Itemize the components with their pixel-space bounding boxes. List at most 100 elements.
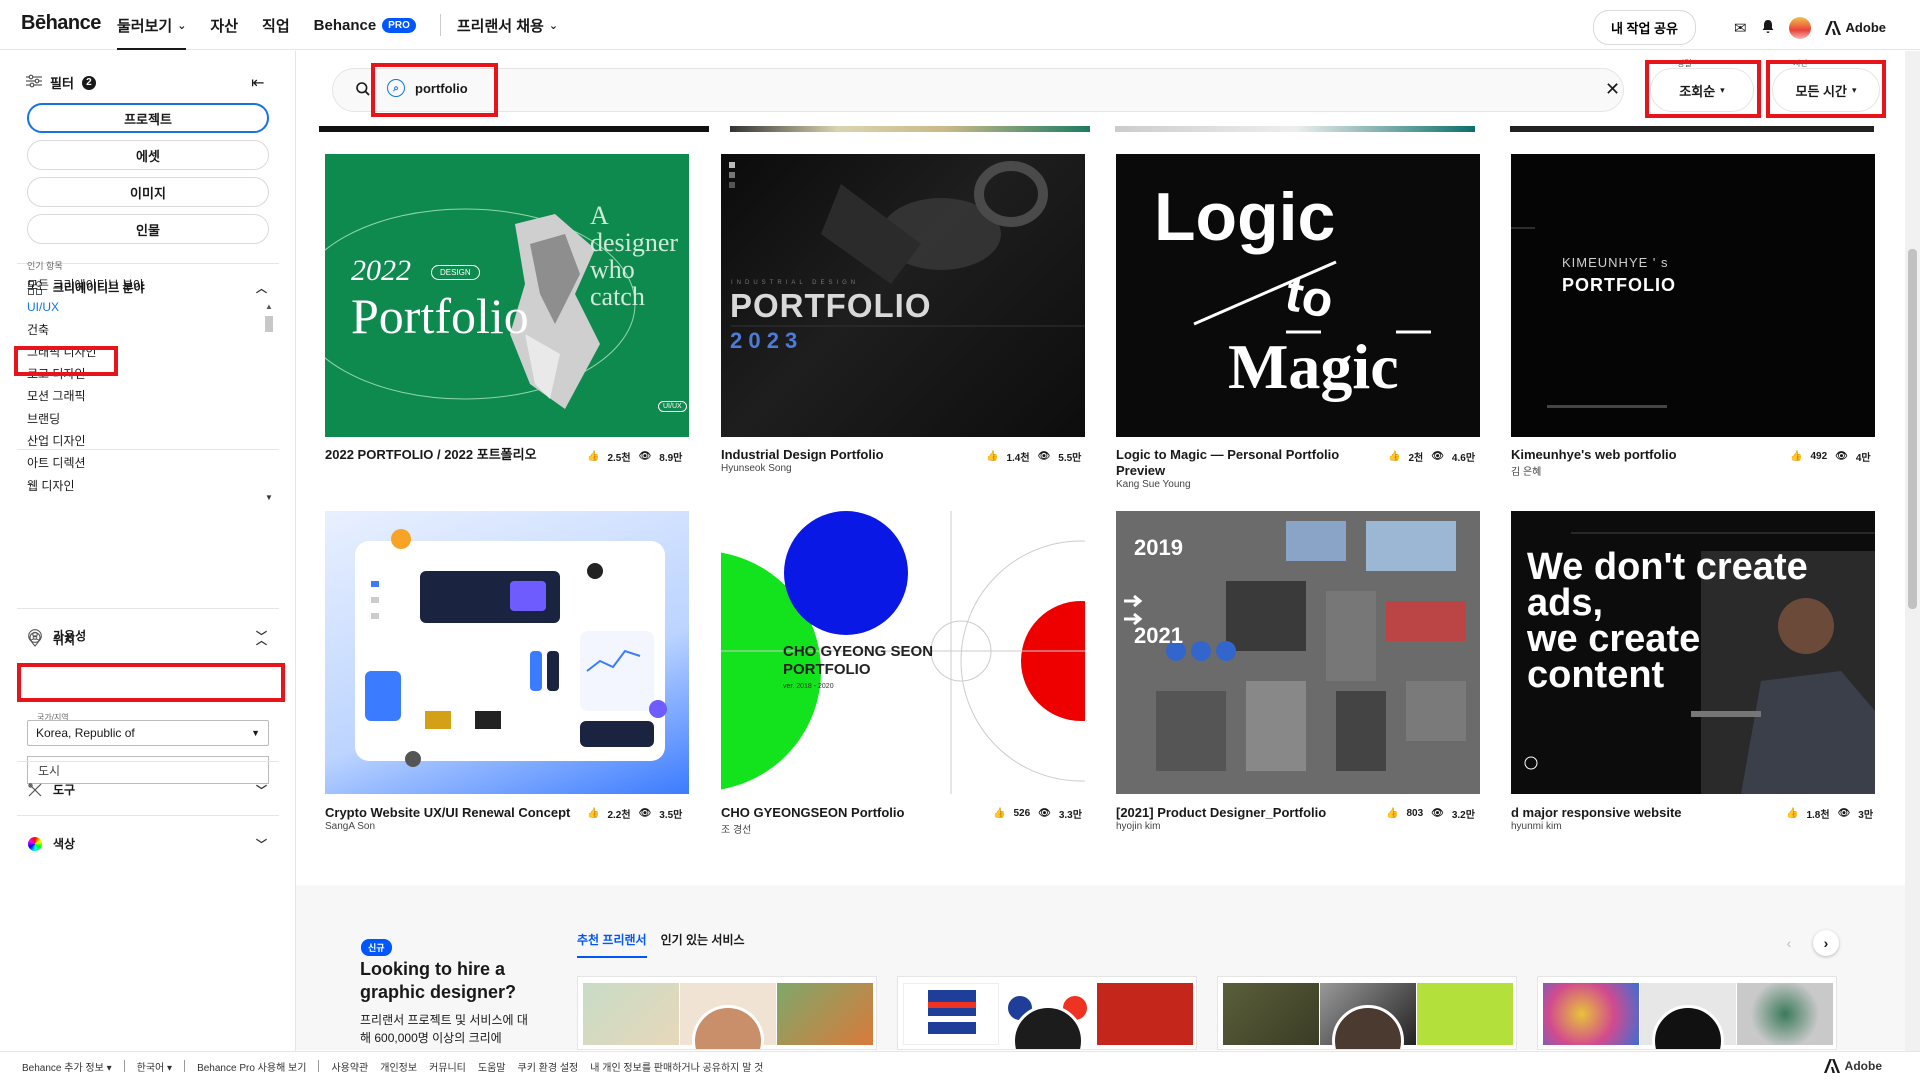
bell-icon[interactable] bbox=[1761, 19, 1775, 37]
cover-year2: 2021 bbox=[1134, 623, 1183, 648]
project-owner[interactable]: SangA Son bbox=[325, 821, 375, 832]
tools-header[interactable]: 도구 ﹀ bbox=[27, 781, 267, 798]
clear-search-icon[interactable]: ✕ bbox=[1605, 79, 1620, 100]
project-title[interactable]: Kimeunhye's web portfolio bbox=[1511, 447, 1761, 463]
nav-hire-freelancers[interactable]: 프리랜서 채용 ⌄ bbox=[457, 0, 558, 50]
country-select[interactable]: Korea, Republic of ▼ bbox=[27, 720, 269, 746]
filter-title: 필터 bbox=[50, 76, 74, 91]
thumbs-up-icon: 👍 bbox=[1386, 808, 1399, 819]
project-cover[interactable]: INDUSTRIAL DESIGN PORTFOLIO 2 0 2 3 bbox=[721, 154, 1085, 437]
category-item[interactable]: 아트 디렉션 bbox=[27, 452, 263, 474]
color-header[interactable]: 색상 ﹀ bbox=[27, 835, 267, 852]
tab-recommended-freelancers[interactable]: 추천 프리랜서 bbox=[577, 931, 647, 958]
behance-logo[interactable]: Bēhance bbox=[21, 12, 101, 35]
project-cover[interactable]: 2019 2021 bbox=[1116, 511, 1480, 794]
cover-word: PORTFOLIO bbox=[730, 287, 932, 324]
nav-behance-pro[interactable]: Behance PRO bbox=[314, 0, 416, 50]
footer-terms[interactable]: 사용약관 bbox=[331, 1059, 368, 1074]
tab-popular-services[interactable]: 인기 있는 서비스 bbox=[661, 931, 745, 958]
carousel-prev-icon[interactable]: ‹ bbox=[1776, 930, 1802, 956]
mail-icon[interactable]: ✉ bbox=[1734, 19, 1747, 37]
nav-explore[interactable]: 둘러보기 ⌄ bbox=[117, 0, 187, 50]
project-owner[interactable]: hyunmi kim bbox=[1511, 821, 1562, 832]
type-projects-button[interactable]: 프로젝트 bbox=[27, 103, 269, 133]
category-scrollbar[interactable]: ▲ ▼ bbox=[263, 302, 275, 502]
hire-description: 프리랜서 프로젝트 및 서비스에 대해 600,000명 이상의 크리에 bbox=[360, 1013, 528, 1045]
collapse-sidebar-icon[interactable]: ⇤ bbox=[251, 73, 264, 93]
project-owner[interactable]: hyojin kim bbox=[1116, 821, 1160, 832]
project-title[interactable]: 2022 PORTFOLIO / 2022 포트폴리오 bbox=[325, 447, 575, 463]
freelancer-card[interactable] bbox=[1537, 976, 1837, 1050]
project-cover[interactable]: We don't create ads, we create content bbox=[1511, 511, 1875, 794]
footer-cookie-settings[interactable]: 쿠키 환경 설정 bbox=[518, 1059, 579, 1074]
main-nav: 둘러보기 ⌄ 자산 직업 Behance PRO 프리랜서 채용 ⌄ bbox=[117, 0, 582, 50]
project-cover[interactable] bbox=[325, 511, 689, 794]
freelancer-work-thumb bbox=[583, 983, 679, 1045]
page-scrollbar[interactable] bbox=[1905, 51, 1920, 1051]
thumbs-up-icon: 👍 bbox=[587, 451, 600, 462]
eye-icon: 👁 bbox=[1431, 808, 1444, 819]
project-stats: 👍 2천 👁 4.6만 bbox=[1388, 451, 1476, 464]
project-stats: 👍 803 👁 3.2만 bbox=[1386, 808, 1475, 821]
project-cover[interactable]: CHO GYEONG SEON PORTFOLIO ver. 2018 - 20… bbox=[721, 511, 1085, 794]
footer-divider bbox=[123, 1060, 125, 1072]
freelancer-card[interactable] bbox=[577, 976, 877, 1050]
scroll-down-icon[interactable]: ▼ bbox=[265, 493, 273, 502]
carousel-next-icon[interactable]: › bbox=[1813, 930, 1839, 956]
project-title[interactable]: Logic to Magic — Personal Portfolio Prev… bbox=[1116, 447, 1366, 479]
project-cover[interactable]: Logic to Magic bbox=[1116, 154, 1480, 437]
scrollbar-thumb[interactable] bbox=[265, 316, 273, 332]
type-people-button[interactable]: 인물 bbox=[27, 214, 269, 244]
footer-more-info[interactable]: Behance 추가 정보 ▾ bbox=[22, 1059, 112, 1074]
project-title[interactable]: [2021] Product Designer_Portfolio bbox=[1116, 805, 1366, 821]
category-item[interactable]: 모션 그래픽 bbox=[27, 385, 263, 407]
category-item[interactable]: 웹 디자인 bbox=[27, 475, 263, 497]
search-bar[interactable]: ⌕ portfolio ✕ bbox=[332, 68, 1624, 112]
category-item-uiux[interactable]: UI/UX bbox=[27, 296, 263, 318]
project-stats: 👍 1.4천 👁 5.5만 bbox=[986, 451, 1082, 464]
user-avatar[interactable] bbox=[1788, 16, 1811, 39]
nav-jobs[interactable]: 직업 bbox=[262, 0, 290, 50]
freelancer-card[interactable] bbox=[897, 976, 1197, 1050]
type-images-button[interactable]: 이미지 bbox=[27, 177, 269, 207]
project-cover[interactable]: 2022 Portfolio DESIGN A designer who cat… bbox=[325, 154, 689, 437]
project-title[interactable]: Industrial Design Portfolio bbox=[721, 447, 971, 463]
footer-do-not-sell[interactable]: 내 개인 정보를 판매하거나 공유하지 말 것 bbox=[590, 1059, 763, 1074]
share-work-button[interactable]: 내 작업 공유 bbox=[1592, 10, 1696, 45]
footer-adobe-link[interactable]: Adobe bbox=[1823, 1059, 1882, 1073]
type-assets-button[interactable]: 에셋 bbox=[27, 140, 269, 170]
footer-help[interactable]: 도움말 bbox=[478, 1059, 506, 1074]
new-badge: 신규 bbox=[361, 939, 392, 956]
footer-try-pro[interactable]: Behance Pro 사용해 보기 bbox=[197, 1059, 306, 1074]
thumbs-up-icon: 👍 bbox=[1388, 451, 1401, 462]
cover-year: 2 0 2 3 bbox=[730, 328, 798, 353]
project-cover[interactable]: KIMEUNHYE ' s PORTFOLIO bbox=[1511, 154, 1875, 437]
adobe-link[interactable]: Adobe bbox=[1824, 20, 1886, 35]
category-item[interactable]: 브랜딩 bbox=[27, 408, 263, 430]
scrollbar-thumb[interactable] bbox=[1908, 249, 1917, 609]
freelancer-work-thumb bbox=[903, 983, 999, 1045]
top-navigation-bar: Bēhance 둘러보기 ⌄ 자산 직업 Behance PRO 프리랜서 채용 ⌄ … bbox=[0, 0, 1920, 50]
location-header[interactable]: 위치 ︿ bbox=[27, 631, 267, 648]
project-owner[interactable]: 김 은혜 bbox=[1511, 463, 1541, 478]
project-title[interactable]: CHO GYEONGSEON Portfolio bbox=[721, 805, 971, 821]
previous-row-image bbox=[730, 126, 1090, 132]
footer-community[interactable]: 커뮤니티 bbox=[429, 1059, 466, 1074]
category-item[interactable]: 건축 bbox=[27, 319, 263, 341]
project-title[interactable]: d major responsive website bbox=[1511, 805, 1761, 821]
footer-privacy[interactable]: 개인정보 bbox=[380, 1059, 417, 1074]
color-wheel-icon bbox=[27, 836, 43, 852]
category-item[interactable]: 모든 크리에이티브 분야 bbox=[27, 274, 263, 296]
footer-language[interactable]: 한국어 ▾ bbox=[137, 1059, 172, 1074]
chevron-down-icon: ﹀ bbox=[256, 784, 267, 797]
nav-assets[interactable]: 자산 bbox=[210, 0, 238, 50]
project-title[interactable]: Crypto Website UX/UI Renewal Concept bbox=[325, 805, 575, 821]
cover-line1: Logic bbox=[1154, 179, 1336, 255]
project-owner[interactable]: 조 경선 bbox=[721, 821, 751, 836]
scroll-up-icon[interactable]: ▲ bbox=[265, 302, 273, 311]
project-owner[interactable]: Kang Sue Young bbox=[1116, 479, 1191, 490]
project-owner[interactable]: Hyunseok Song bbox=[721, 463, 792, 474]
freelancer-card[interactable] bbox=[1217, 976, 1517, 1050]
freelancer-work-thumb bbox=[1543, 983, 1639, 1045]
cover-line2: PORTFOLIO bbox=[783, 661, 871, 678]
